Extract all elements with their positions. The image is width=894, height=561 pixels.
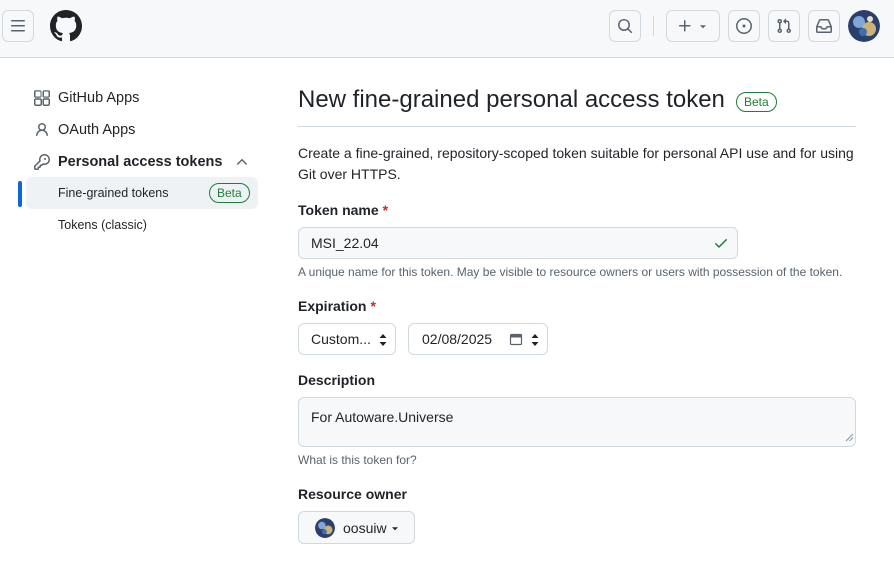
description-value: For Autoware.Universe	[311, 409, 454, 425]
calendar-icon[interactable]	[509, 332, 523, 349]
description-label: Description	[298, 372, 376, 388]
resource-owner-label: Resource owner	[298, 486, 407, 502]
search-icon	[618, 19, 633, 34]
triangle-down-icon	[700, 25, 706, 29]
expiration-date-input[interactable]: 02/08/2025	[408, 323, 548, 355]
select-arrows-icon	[378, 333, 388, 350]
token-name-label-text: Token name	[298, 202, 379, 218]
sidebar-item-oauth-apps[interactable]: OAuth Apps	[26, 118, 258, 142]
title-beta-badge: Beta	[736, 92, 777, 112]
description-textarea[interactable]: For Autoware.Universe	[298, 397, 856, 447]
token-name-input[interactable]: MSI_22.04	[298, 227, 738, 259]
sidebar-item-label: GitHub Apps	[58, 90, 140, 106]
token-name-note: A unique name for this token. May be vis…	[298, 265, 843, 279]
menu-button[interactable]	[2, 10, 34, 42]
active-indicator	[18, 181, 22, 207]
intro-text: Create a fine-grained, repository-scoped…	[298, 145, 854, 182]
description-note: What is this token for?	[298, 453, 417, 467]
apps-icon	[34, 90, 50, 106]
sidebar-item-label: Fine-grained tokens	[58, 186, 169, 200]
inbox-icon	[816, 19, 832, 33]
plus-icon	[679, 20, 691, 32]
issues-button[interactable]	[728, 10, 760, 42]
search-button[interactable]	[609, 10, 641, 42]
header-separator	[653, 16, 654, 36]
page-title: New fine-grained personal access token	[298, 86, 725, 113]
owner-avatar	[315, 517, 335, 538]
person-icon	[34, 122, 50, 138]
beta-badge: Beta	[209, 183, 250, 203]
sidebar-item-tokens-classic[interactable]: Tokens (classic)	[26, 209, 258, 241]
chevron-up-icon[interactable]	[234, 154, 250, 175]
expiration-label-text: Expiration	[298, 298, 367, 314]
sidebar-item-fine-grained-tokens[interactable]: Fine-grained tokens Beta	[26, 177, 258, 209]
sidebar-item-label: Tokens (classic)	[58, 218, 147, 232]
token-name-label: Token name *	[298, 202, 388, 218]
expiration-select[interactable]: Custom...	[298, 323, 396, 355]
resource-owner-value: oosuiw	[343, 519, 387, 536]
inbox-button[interactable]	[808, 10, 840, 42]
sidebar-item-label: OAuth Apps	[58, 122, 136, 138]
title-divider	[298, 126, 856, 127]
user-avatar[interactable]	[848, 10, 880, 42]
top-header	[0, 0, 894, 58]
triangle-down-icon	[389, 520, 401, 536]
required-mark: *	[382, 202, 389, 218]
sidebar-item-github-apps[interactable]: GitHub Apps	[26, 86, 258, 110]
expiration-select-value: Custom...	[311, 331, 371, 347]
resize-handle-icon[interactable]	[844, 429, 854, 445]
expiration-label: Expiration *	[298, 298, 376, 314]
required-mark: *	[370, 298, 376, 314]
issue-opened-icon	[736, 18, 752, 34]
resource-owner-button[interactable]: oosuiw	[298, 511, 415, 544]
check-icon	[713, 235, 729, 254]
expiration-date-value: 02/08/2025	[422, 331, 493, 347]
pull-request-icon	[777, 18, 792, 34]
token-name-value: MSI_22.04	[311, 235, 379, 251]
key-icon	[34, 154, 50, 170]
sidebar-item-label: Personal access tokens	[58, 154, 223, 170]
hamburger-icon	[11, 20, 25, 32]
date-stepper-icon[interactable]	[530, 333, 540, 350]
pull-requests-button[interactable]	[768, 10, 800, 42]
sidebar-item-personal-access-tokens[interactable]: Personal access tokens	[26, 150, 258, 174]
create-new-button[interactable]	[666, 10, 720, 42]
github-logo-icon[interactable]	[49, 10, 82, 42]
